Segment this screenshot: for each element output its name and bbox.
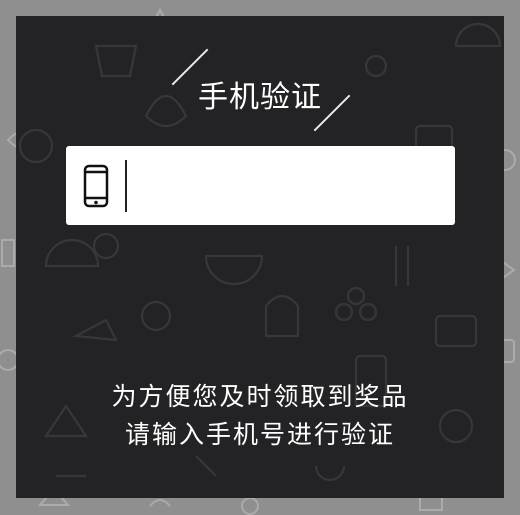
title-area: 手机验证: [16, 48, 504, 134]
mobile-phone-icon: [83, 164, 109, 208]
page-title: 手机验证: [198, 80, 322, 115]
verification-panel: 手机验证 为方便您及时领取到奖品 请输入手机号进行验证: [16, 16, 504, 498]
phone-input-box[interactable]: [66, 146, 455, 225]
message-line-2: 请输入手机号进行验证: [124, 420, 395, 449]
phone-number-field[interactable]: [132, 160, 446, 214]
message-line-1: 为方便您及时领取到奖品: [111, 382, 409, 411]
text-caret: [125, 160, 127, 212]
instruction-message: 为方便您及时领取到奖品 请输入手机号进行验证: [16, 378, 504, 454]
